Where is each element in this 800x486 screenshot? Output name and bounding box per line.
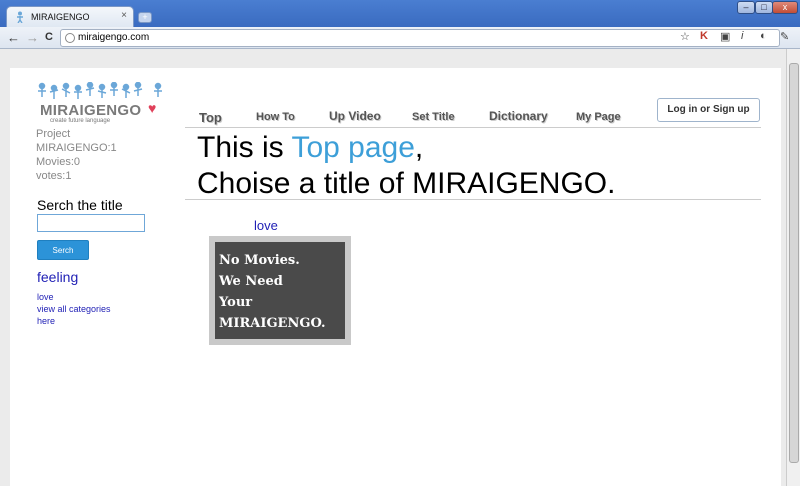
- stat-movies: Movies:0: [36, 156, 81, 168]
- headline-line2: Choise a title of MIRAIGENGO.: [197, 167, 616, 200]
- movie-thumbnail[interactable]: No Movies. We Need Your MIRAIGENGO.: [209, 236, 351, 345]
- view-all-categories-link[interactable]: view all categories: [37, 304, 111, 314]
- page: MIRAIGENGO ♥ create future language Top …: [10, 68, 781, 486]
- placeholder-line-4: MIRAIGENGO.: [219, 316, 326, 331]
- url-text: miraigengo.com: [78, 32, 150, 43]
- placeholder-line-3: Your: [219, 295, 253, 310]
- extension2-icon[interactable]: ◐: [760, 30, 767, 42]
- nav-top[interactable]: Top: [199, 110, 222, 125]
- star-icon[interactable]: ☆: [680, 30, 690, 43]
- header-divider: [185, 127, 761, 128]
- address-bar[interactable]: miraigengo.com: [60, 29, 780, 47]
- login-button[interactable]: Log in or Sign up: [657, 98, 760, 122]
- project-stats: Project MIRAIGENGO:1 Movies:0 votes:1: [36, 127, 117, 183]
- nav-up-video[interactable]: Up Video: [329, 109, 381, 123]
- back-icon[interactable]: ←: [7, 30, 20, 45]
- stat-project: Project: [36, 128, 71, 140]
- logo-name: MIRAIGENGO: [40, 102, 142, 119]
- browser-titlebar: MIRAIGENGO × + – □ x: [0, 0, 800, 28]
- page-icon[interactable]: ▣: [720, 30, 730, 43]
- here-link[interactable]: here: [37, 316, 55, 326]
- stat-miraigengo: MIRAIGENGO:1: [36, 142, 117, 154]
- heart-icon: ♥: [148, 100, 157, 116]
- nav-my-page[interactable]: My Page: [576, 111, 621, 123]
- nav-dictionary[interactable]: Dictionary: [489, 109, 548, 123]
- search-input[interactable]: [37, 214, 145, 232]
- headline-divider: [185, 199, 761, 200]
- tab-close-icon[interactable]: ×: [121, 10, 127, 21]
- new-tab-button[interactable]: +: [138, 12, 152, 23]
- wrench-icon[interactable]: ✎: [780, 30, 789, 43]
- headline-accent: Top page: [291, 131, 415, 164]
- scrollbar[interactable]: [786, 49, 800, 486]
- category-title: feeling: [37, 269, 79, 285]
- headline-prefix: This is: [197, 131, 292, 164]
- maximize-button[interactable]: □: [755, 1, 773, 14]
- globe-icon: [65, 33, 75, 43]
- page-headline: This is Top page, Choise a title of MIRA…: [197, 130, 615, 202]
- placeholder-line-1: No Movies.: [219, 253, 300, 268]
- logo-figures-icon: [38, 81, 162, 99]
- figure-icon: [17, 11, 23, 23]
- stat-votes: votes:1: [36, 170, 72, 182]
- browser-tab[interactable]: MIRAIGENGO ×: [6, 6, 134, 28]
- no-movies-placeholder: No Movies. We Need Your MIRAIGENGO.: [215, 242, 345, 339]
- forward-icon[interactable]: →: [26, 30, 39, 45]
- placeholder-line-2: We Need: [219, 274, 283, 289]
- logo-tagline: create future language: [50, 118, 111, 124]
- scroll-thumb[interactable]: [789, 63, 799, 463]
- browser-toolbar: ← → C miraigengo.com ☆ K ▣ i ◐ ✎: [0, 27, 800, 49]
- search-title: Serch the title: [37, 197, 123, 213]
- minimize-button[interactable]: –: [737, 1, 755, 14]
- category-link-love[interactable]: love: [37, 292, 54, 302]
- close-window-button[interactable]: x: [772, 1, 798, 14]
- tab-title: MIRAIGENGO: [31, 12, 90, 22]
- info-icon[interactable]: i: [741, 30, 743, 42]
- headline-suffix: ,: [414, 131, 424, 164]
- nav-set-title[interactable]: Set Title: [412, 111, 455, 123]
- extension-icon[interactable]: K: [700, 30, 708, 42]
- movie-title-link[interactable]: love: [254, 218, 278, 233]
- nav-how-to[interactable]: How To: [256, 111, 295, 123]
- reload-icon[interactable]: C: [45, 31, 53, 43]
- headline-line1: This is Top page,: [197, 130, 615, 166]
- search-button[interactable]: Serch: [37, 240, 89, 260]
- site-logo[interactable]: MIRAIGENGO ♥ create future language: [36, 81, 166, 124]
